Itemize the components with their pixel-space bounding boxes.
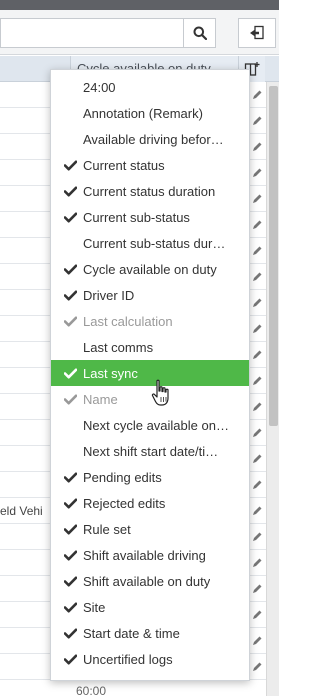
pencil-icon[interactable] <box>251 401 263 413</box>
column-option-label: Current status <box>83 157 165 173</box>
pencil-icon[interactable] <box>251 609 263 621</box>
column-option-shift-available-driving[interactable]: Shift available driving <box>51 542 249 568</box>
toolbar <box>0 10 279 55</box>
pencil-icon[interactable] <box>251 557 263 569</box>
pencil-icon[interactable] <box>251 635 263 647</box>
checkmark-icon <box>64 212 78 223</box>
pencil-icon[interactable] <box>251 193 263 205</box>
top-strip <box>0 0 279 10</box>
column-option-annotation-remark[interactable]: Annotation (Remark) <box>51 100 249 126</box>
pencil-icon[interactable] <box>251 375 263 387</box>
column-option-cycle-available-on-duty[interactable]: Cycle available on duty <box>51 256 249 282</box>
pencil-icon[interactable] <box>251 89 263 101</box>
checkmark-icon <box>64 160 78 171</box>
checkmark-icon <box>64 550 78 561</box>
pencil-icon[interactable] <box>251 427 263 439</box>
column-option-current-status[interactable]: Current status <box>51 152 249 178</box>
pencil-icon[interactable] <box>251 219 263 231</box>
column-option-label: Rule set <box>83 521 131 537</box>
column-option-last-comms[interactable]: Last comms <box>51 334 249 360</box>
pencil-icon[interactable] <box>251 245 263 257</box>
column-option-label: Shift available driving <box>83 547 206 563</box>
checkmark-icon <box>64 264 78 275</box>
column-option-current-sub-status[interactable]: Current sub-status <box>51 204 249 230</box>
checkmark-icon <box>64 290 78 301</box>
column-option-label: Annotation (Remark) <box>83 105 203 121</box>
pencil-icon[interactable] <box>251 583 263 595</box>
column-option-shift-available-on-duty[interactable]: Shift available on duty <box>51 568 249 594</box>
pencil-icon[interactable] <box>251 297 263 309</box>
column-option-current-status-duration[interactable]: Current status duration <box>51 178 249 204</box>
cell-value: 60:00 <box>76 684 107 696</box>
checkmark-icon <box>64 524 78 535</box>
column-option-24-00[interactable]: 24:00 <box>51 74 249 100</box>
checkmark-icon <box>64 368 78 379</box>
column-option-label: Name <box>83 391 118 407</box>
search-button[interactable] <box>183 18 216 48</box>
column-option-next-cycle-available-on[interactable]: Next cycle available on… <box>51 412 249 438</box>
pencil-icon[interactable] <box>251 167 263 179</box>
mouse-cursor-hand-icon <box>151 379 169 406</box>
column-option-label: Current status duration <box>83 183 216 199</box>
pencil-icon[interactable] <box>251 323 263 335</box>
column-option-label: Available driving befor… <box>83 131 224 147</box>
column-option-label: Current sub-status <box>83 209 190 225</box>
checkmark-icon <box>64 186 78 197</box>
scrollbar-thumb[interactable] <box>269 86 278 426</box>
vertical-scrollbar[interactable] <box>266 82 279 696</box>
column-option-label: Next shift start date/ti… <box>83 443 219 459</box>
column-option-label: Cycle available on duty <box>83 261 217 277</box>
column-option-start-date-time[interactable]: Start date & time <box>51 620 249 646</box>
column-option-label: Shift available on duty <box>83 573 211 589</box>
pencil-icon[interactable] <box>251 115 263 127</box>
column-option-rejected-edits[interactable]: Rejected edits <box>51 490 249 516</box>
checkmark-icon <box>64 602 78 613</box>
checkmark-icon <box>64 472 78 483</box>
pencil-icon[interactable] <box>251 479 263 491</box>
pencil-icon[interactable] <box>251 349 263 361</box>
search-input[interactable] <box>0 18 183 48</box>
column-option-current-sub-status-dur[interactable]: Current sub-status dur… <box>51 230 249 256</box>
cell-text: eld Vehi <box>0 504 43 518</box>
column-option-label: Site <box>83 599 106 615</box>
column-option-last-calculation: Last calculation <box>51 308 249 334</box>
column-option-label: Last comms <box>83 339 154 355</box>
column-option-rule-set[interactable]: Rule set <box>51 516 249 542</box>
column-option-label: Next cycle available on… <box>83 417 229 433</box>
column-option-next-shift-start-date-ti[interactable]: Next shift start date/ti… <box>51 438 249 464</box>
column-option-last-sync[interactable]: Last sync <box>51 360 249 386</box>
column-option-label: Rejected edits <box>83 495 166 511</box>
column-option-site[interactable]: Site <box>51 594 249 620</box>
table-row: 60:00 <box>0 684 266 696</box>
column-option-available-driving-befor[interactable]: Available driving befor… <box>51 126 249 152</box>
pencil-icon[interactable] <box>251 141 263 153</box>
column-option-label: Start date & time <box>83 625 180 641</box>
checkmark-icon <box>64 498 78 509</box>
checkmark-icon <box>64 628 78 639</box>
column-option-label: Last calculation <box>83 313 173 329</box>
export-button[interactable] <box>238 18 276 48</box>
column-option-label: Pending edits <box>83 469 162 485</box>
column-option-uncertified-logs[interactable]: Uncertified logs <box>51 646 249 672</box>
pencil-icon[interactable] <box>251 271 263 283</box>
checkmark-icon <box>64 654 78 665</box>
column-option-pending-edits[interactable]: Pending edits <box>51 464 249 490</box>
column-option-label: Last sync <box>83 365 138 381</box>
column-option-label: 24:00 <box>83 79 116 95</box>
column-option-label: Driver ID <box>83 287 135 303</box>
column-option-label: Current sub-status dur… <box>83 235 226 251</box>
search-icon <box>193 26 207 40</box>
column-option-label: Uncertified logs <box>83 651 173 667</box>
pencil-icon[interactable] <box>251 661 263 673</box>
checkmark-icon <box>64 394 78 405</box>
pencil-icon[interactable] <box>251 531 263 543</box>
pencil-icon[interactable] <box>251 505 263 517</box>
pencil-icon[interactable] <box>251 453 263 465</box>
checkmark-icon <box>64 576 78 587</box>
column-option-driver-id[interactable]: Driver ID <box>51 282 249 308</box>
column-chooser-menu: 24:00 Annotation (Remark) Available drivin… <box>50 69 250 681</box>
column-option-name: Name <box>51 386 249 412</box>
checkmark-icon <box>64 316 78 327</box>
export-icon <box>250 25 264 40</box>
